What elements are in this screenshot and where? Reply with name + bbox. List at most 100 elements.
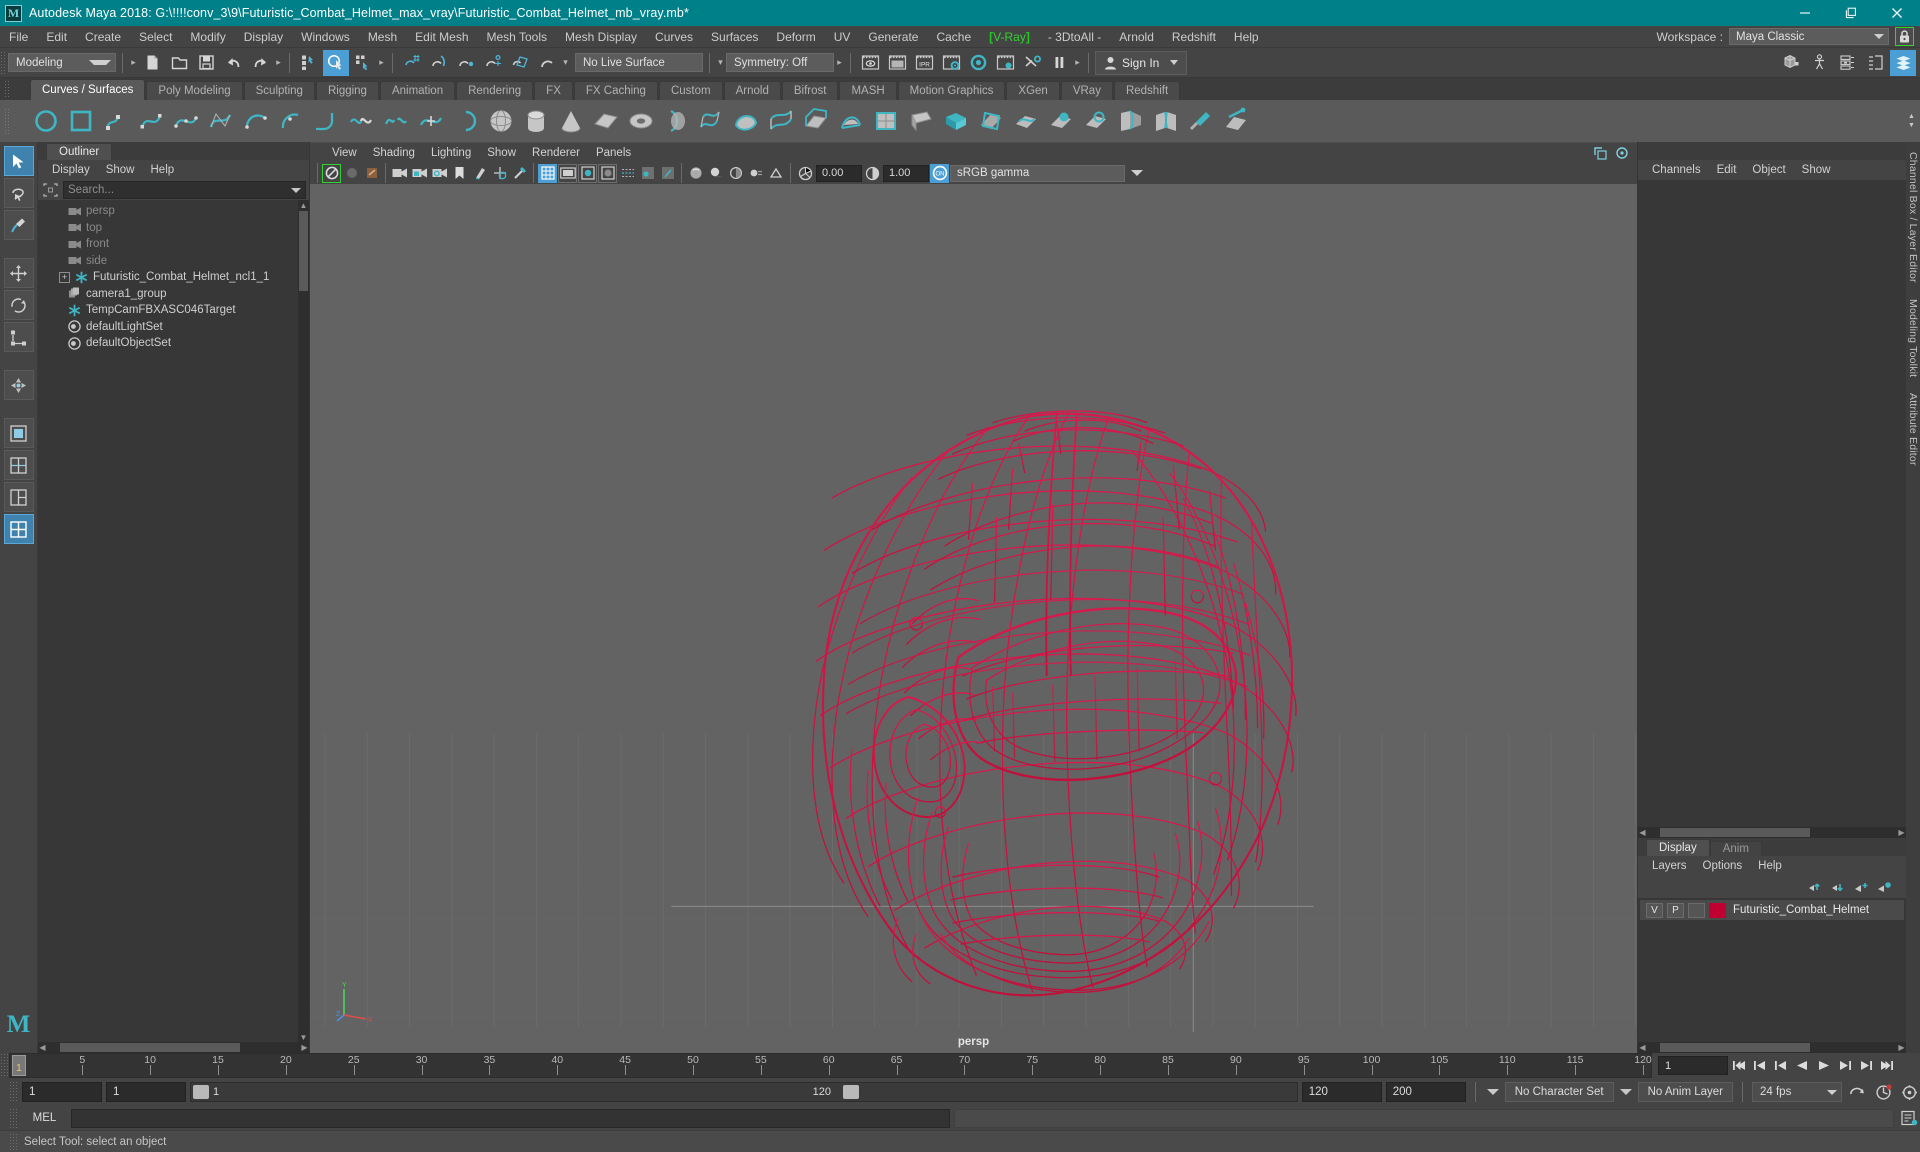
film-gate-button[interactable] (558, 163, 577, 183)
render-setup-button[interactable] (992, 50, 1018, 76)
planar-icon[interactable] (730, 105, 762, 137)
shelf-tab-custom[interactable]: Custom (658, 81, 723, 100)
render-settings-button[interactable] (938, 50, 964, 76)
scroll-left-icon[interactable]: ◀ (1638, 1043, 1647, 1053)
channel-box-attribute-list[interactable] (1638, 180, 1906, 827)
resolution-gate-button[interactable] (578, 163, 597, 183)
make-live-button[interactable] (534, 50, 560, 76)
viewport-settings-icon[interactable] (1612, 143, 1631, 162)
collapse-section-icon[interactable]: ▸ (274, 57, 283, 68)
exposure-field[interactable]: 0.00 (816, 164, 862, 182)
two-view-layout-button[interactable] (3, 450, 34, 480)
move-tool-button[interactable] (3, 258, 34, 288)
viewport-menu-shading[interactable]: Shading (365, 147, 423, 159)
nurbs-square-icon[interactable] (65, 105, 97, 137)
outliner-horizontal-scrollbar[interactable]: ◀ ▶ (38, 1042, 309, 1053)
nurbs-torus-icon[interactable] (625, 105, 657, 137)
menu-select[interactable]: Select (130, 26, 181, 47)
animation-end-field[interactable]: 200 (1385, 1082, 1466, 1102)
scroll-down-icon[interactable]: ▼ (299, 1032, 308, 1042)
viewport-snap-button[interactable] (510, 164, 529, 183)
chevron-down-icon[interactable] (1126, 165, 1148, 182)
channel-box-menu-edit[interactable]: Edit (1709, 164, 1745, 176)
layer-tab-display[interactable]: Display (1646, 839, 1710, 856)
lock-workspace-button[interactable] (1895, 27, 1914, 46)
menu-vray[interactable]: [V-Ray] (980, 26, 1039, 47)
outliner-tab[interactable]: Outliner (46, 143, 113, 160)
three-view-layout-button[interactable] (3, 482, 34, 512)
rendering-flags-button[interactable] (1019, 50, 1045, 76)
gate-mask-button[interactable] (598, 163, 617, 183)
menu-uv[interactable]: UV (825, 26, 860, 47)
close-button[interactable] (1874, 0, 1920, 26)
shelf-tab-sculpting[interactable]: Sculpting (243, 81, 315, 100)
extrude-icon[interactable] (800, 105, 832, 137)
render-view-button[interactable] (857, 50, 883, 76)
new-layer-from-selected-icon[interactable] (1876, 880, 1892, 894)
help-line-grip[interactable] (9, 1132, 18, 1151)
layer-menu-layers[interactable]: Layers (1644, 860, 1695, 872)
scrollbar-thumb[interactable] (1660, 828, 1810, 837)
snap-to-curve-button[interactable] (426, 50, 452, 76)
last-tool-used-button[interactable] (3, 370, 34, 400)
shelf-tab-bifrost[interactable]: Bifrost (781, 81, 839, 100)
chevron-down-icon[interactable]: ▼ (1907, 122, 1916, 129)
viewport-menu-lighting[interactable]: Lighting (423, 147, 479, 159)
character-set-dropdown[interactable]: No Character Set (1504, 1082, 1614, 1102)
grease-pencil-button[interactable] (490, 164, 509, 183)
select-by-hierarchy-button[interactable] (296, 50, 322, 76)
motion-blur-button[interactable] (746, 164, 765, 183)
insert-knot-icon[interactable] (415, 105, 447, 137)
outliner-item-default-object-set[interactable]: defaultObjectSet (38, 335, 298, 352)
outliner-item-top[interactable]: top (38, 220, 298, 237)
surface-fillet-icon[interactable] (1115, 105, 1147, 137)
menu-mesh[interactable]: Mesh (359, 26, 406, 47)
menu-edit[interactable]: Edit (37, 26, 76, 47)
render-current-frame-button[interactable] (884, 50, 910, 76)
vtab-channel-box-layer-editor[interactable]: Channel Box / Layer Editor (1907, 152, 1919, 283)
outliner-item-helmet-ncl1-1[interactable]: + Futuristic_Combat_Helmet_ncl1_1 (38, 269, 298, 286)
auto-keyframe-button[interactable] (1872, 1081, 1894, 1103)
play-forwards-button[interactable] (1814, 1056, 1833, 1076)
range-slider-grip[interactable] (9, 1081, 18, 1103)
show-hide-attribute-editor-button[interactable] (1834, 50, 1860, 76)
workspace-dropdown[interactable]: Maya Classic (1729, 28, 1889, 45)
nurbs-cone-icon[interactable] (555, 105, 587, 137)
live-surface-field[interactable]: No Live Surface (575, 53, 703, 72)
scrollbar-thumb[interactable] (60, 1043, 240, 1052)
scroll-right-icon[interactable]: ▶ (1897, 1043, 1906, 1053)
shelf-tab-rendering[interactable]: Rendering (456, 81, 534, 100)
select-by-object-button[interactable] (323, 49, 349, 76)
intersect-surfaces-icon[interactable] (975, 105, 1007, 137)
hypershade-button[interactable] (965, 50, 991, 76)
animation-start-field[interactable]: 1 (22, 1082, 102, 1102)
time-slider-track[interactable]: 1 5 10 15 20 25 30 35 40 45 50 55 60 65 70 75 80 85 90 95 1… (9, 1053, 1652, 1078)
shelf-tab-mash[interactable]: MASH (839, 81, 897, 100)
project-curve-icon[interactable] (1010, 105, 1042, 137)
trim-tool-icon[interactable] (1045, 105, 1077, 137)
menu-cache[interactable]: Cache (927, 26, 980, 47)
channel-box-horizontal-scrollbar[interactable]: ◀ ▶ (1638, 827, 1906, 838)
camera-attributes-button[interactable] (430, 164, 449, 183)
menu-deform[interactable]: Deform (767, 26, 824, 47)
ep-curve-icon[interactable] (170, 105, 202, 137)
layer-color-swatch[interactable] (1709, 902, 1726, 918)
animation-preferences-button[interactable] (1898, 1081, 1920, 1103)
bezier-curve-icon[interactable] (135, 105, 167, 137)
move-layer-down-icon[interactable] (1830, 880, 1846, 894)
command-line-grip[interactable] (9, 1108, 18, 1128)
outliner-item-default-light-set[interactable]: defaultLightSet (38, 319, 298, 336)
snap-to-projected-center-button[interactable] (480, 50, 506, 76)
script-editor-button[interactable] (1898, 1108, 1920, 1128)
step-back-key-button[interactable] (1772, 1056, 1791, 1076)
channel-box-menu-channels[interactable]: Channels (1644, 164, 1709, 176)
layer-visibility-toggle[interactable]: V (1646, 902, 1663, 918)
gamma-icon[interactable] (863, 164, 882, 183)
menu-mesh-tools[interactable]: Mesh Tools (478, 26, 556, 47)
vtab-modeling-toolkit[interactable]: Modeling Toolkit (1907, 299, 1919, 377)
range-handle-right[interactable] (842, 1085, 859, 1099)
show-hide-channel-box-button[interactable] (1890, 49, 1916, 76)
xray-button[interactable] (638, 164, 657, 183)
snap-to-point-button[interactable] (453, 50, 479, 76)
anim-layer-dropdown[interactable]: No Anim Layer (1637, 1082, 1733, 1102)
